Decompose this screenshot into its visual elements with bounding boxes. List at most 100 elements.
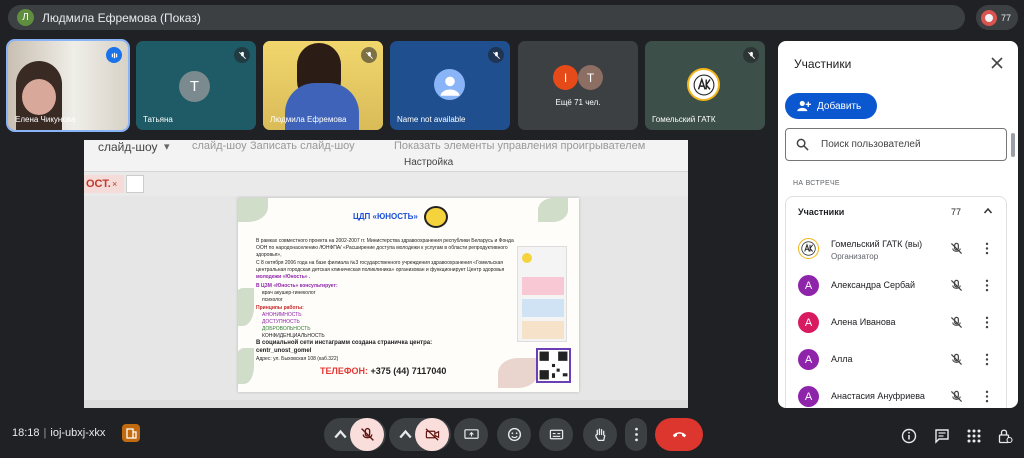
- slide-logo-icon: [424, 206, 448, 228]
- tile-elena[interactable]: Елена Чикунова: [6, 39, 130, 132]
- slide-consult-item: психолог: [262, 297, 283, 303]
- shared-screen[interactable]: слайд-шоу ▾ слайд-шоу Записать слайд-шоу…: [84, 140, 688, 408]
- meeting-code[interactable]: ioj-ubxj-xkx: [50, 427, 105, 439]
- add-people-button[interactable]: Добавить: [785, 93, 877, 119]
- chat-icon[interactable]: [934, 428, 950, 444]
- camera-control-group: [389, 418, 451, 451]
- participant-role: Организатор: [831, 252, 879, 261]
- participant-avatar: А: [798, 312, 819, 333]
- present-screen-button[interactable]: [454, 418, 488, 451]
- slide-principle-item: АНОНИМНОСТЬ: [262, 312, 302, 318]
- slide-text-line: центральная городская детская клиническа…: [256, 267, 505, 273]
- more-avatar-2: T: [578, 65, 603, 90]
- search-field[interactable]: [785, 128, 1007, 161]
- participant-row[interactable]: А Александра Сербай: [786, 267, 1008, 304]
- more-options-button[interactable]: [625, 418, 647, 451]
- search-input[interactable]: [821, 139, 991, 150]
- ppt-tab-label: ОСТ.: [86, 178, 111, 190]
- ppt-slide-canvas: ЦДП «ЮНОСТЬ» В рамках совместного проект…: [84, 196, 688, 400]
- participant-row[interactable]: А Алла: [786, 341, 1008, 378]
- slide-principle-item: ДОБРОВОЛЬНОСТЬ: [262, 326, 311, 332]
- bottom-bar: 18:18 | ioj-ubxj-xkx: [0, 410, 1024, 458]
- presenter-banner[interactable]: Л Людмила Ефремова (Показ): [8, 5, 965, 30]
- ribbon-slideshow-button: слайд-шоу: [98, 140, 158, 154]
- participants-panel: Участники Добавить НА ВСТРЕЧЕ Участники …: [778, 41, 1018, 408]
- more-vert-icon[interactable]: [984, 316, 990, 329]
- mic-off-icon[interactable]: [950, 242, 963, 255]
- raise-hand-button[interactable]: [583, 418, 617, 451]
- section-label: НА ВСТРЕЧЕ: [793, 180, 840, 187]
- presenter-avatar: Л: [17, 9, 34, 26]
- ribbon-show-controls-checkbox: Показать элементы управления проигрывате…: [394, 140, 646, 152]
- mic-toggle-button[interactable]: [350, 418, 384, 451]
- slide-leaf-decoration: [238, 288, 254, 326]
- ribbon-record-checkbox: Записать слайд-шоу: [250, 140, 355, 152]
- participants-list-header[interactable]: Участники 77: [786, 197, 1008, 227]
- tile-tatyana[interactable]: Т Татьяна: [136, 41, 256, 130]
- host-controls-icon[interactable]: [997, 428, 1013, 444]
- panel-title: Участники: [794, 57, 852, 71]
- activities-icon[interactable]: [966, 428, 982, 444]
- tile-more-participants[interactable]: I T Ещё 71 чел.: [518, 41, 638, 130]
- leave-call-button[interactable]: [655, 418, 703, 451]
- slide-address: Адрес: ул. Быховская 108 (каб.322): [256, 356, 339, 362]
- mic-control-group: [324, 418, 386, 451]
- slide-mock-avatar: [522, 253, 532, 263]
- participant-row[interactable]: А Анастасия Ануфриева: [786, 378, 1008, 408]
- reactions-button[interactable]: [497, 418, 531, 451]
- ribbon-group-label: Настройка: [404, 157, 454, 168]
- camera-off-icon: [425, 428, 439, 441]
- slide-instagram-screenshot: [517, 246, 567, 342]
- list-header-label: Участники: [798, 207, 845, 217]
- close-icon[interactable]: [990, 56, 1004, 70]
- presenter-label: Людмила Ефремова (Показ): [42, 10, 201, 25]
- slide-leaf-decoration: [238, 198, 268, 222]
- tile-gomel-gatk[interactable]: Гомельский ГАТК: [645, 41, 765, 130]
- mic-muted-icon: [488, 47, 504, 63]
- participant-row[interactable]: Гомельский ГАТК (вы) Организатор: [786, 230, 1008, 267]
- top-bar: Л Людмила Ефремова (Показ) 77: [0, 0, 1024, 36]
- panel-scrollbar[interactable]: [1011, 133, 1015, 157]
- camera-options-chevron-icon[interactable]: [393, 418, 417, 451]
- ribbon-slideshow-2: слайд-шоу: [192, 140, 247, 152]
- more-vert-icon[interactable]: [984, 242, 990, 255]
- captions-button[interactable]: [539, 418, 573, 451]
- mic-muted-icon: [361, 47, 377, 63]
- mic-off-icon: [360, 427, 374, 441]
- more-vert-icon[interactable]: [984, 390, 990, 403]
- camera-toggle-button[interactable]: [415, 418, 449, 451]
- mic-off-icon[interactable]: [950, 353, 963, 366]
- mic-options-chevron-icon[interactable]: [328, 418, 352, 451]
- chevron-up-icon[interactable]: [983, 206, 993, 216]
- more-vert-icon[interactable]: [984, 279, 990, 292]
- participant-count-button[interactable]: 77: [976, 5, 1018, 30]
- person-face: [22, 79, 56, 115]
- mic-off-icon[interactable]: [950, 279, 963, 292]
- tile-name-not-available[interactable]: Name not available: [390, 41, 510, 130]
- captions-icon: [549, 429, 563, 440]
- slide-leaf-decoration: [538, 198, 568, 222]
- ppt-ribbon: слайд-шоу ▾ слайд-шоу Записать слайд-шоу…: [84, 140, 688, 172]
- list-header-count: 77: [951, 207, 962, 217]
- ribbon-dropdown-icon: ▾: [164, 141, 170, 153]
- slide-leaf-decoration: [238, 348, 254, 384]
- slide-leaf-decoration: [498, 358, 538, 388]
- info-icon[interactable]: [901, 428, 917, 444]
- slide-title: ЦДП «ЮНОСТЬ»: [353, 212, 418, 221]
- slide-principle-item: ДОСТУПНОСТЬ: [262, 319, 300, 325]
- mic-muted-icon: [743, 47, 759, 63]
- meeting-badge-icon[interactable]: [122, 424, 140, 442]
- mic-off-icon[interactable]: [950, 390, 963, 403]
- emoji-icon: [507, 427, 521, 442]
- more-vert-icon[interactable]: [984, 353, 990, 366]
- slide-consult-item: врач акушер-гинеколог: [262, 290, 316, 296]
- mic-off-icon[interactable]: [950, 316, 963, 329]
- slide-mock-post: [522, 321, 564, 339]
- slide-text-line: В рамках совместного проекта на 2002-200…: [256, 238, 514, 244]
- tile-lyudmila[interactable]: Людмила Ефремова: [263, 41, 383, 130]
- slide-phone-value: +375 (44) 7117040: [370, 366, 447, 376]
- slide-instagram-handle: centr_unost_gomel: [256, 348, 312, 354]
- slide-phone: ТЕЛЕФОН: +375 (44) 7117040: [320, 366, 446, 376]
- slide-phone-label: ТЕЛЕФОН:: [320, 366, 368, 376]
- participant-row[interactable]: А Алена Иванова: [786, 304, 1008, 341]
